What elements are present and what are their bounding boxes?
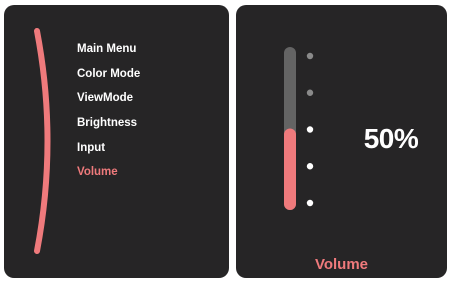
volume-caption: Volume: [314, 256, 369, 273]
main-menu-list: Main Menu Color Mode ViewMode Brightness…: [77, 39, 140, 187]
menu-item-main-menu[interactable]: Main Menu: [77, 39, 140, 64]
volume-step-dot: [306, 89, 314, 96]
volume-step-dot: [306, 126, 314, 133]
menu-item-input[interactable]: Input: [77, 138, 140, 163]
menu-item-viewmode[interactable]: ViewMode: [77, 88, 140, 113]
volume-panel: 50% Volume: [236, 5, 447, 278]
menu-item-color-mode[interactable]: Color Mode: [77, 64, 140, 89]
menu-item-volume[interactable]: Volume: [77, 162, 140, 187]
volume-slider-fill: [284, 128, 296, 210]
volume-step-dot: [306, 199, 314, 207]
menu-item-brightness[interactable]: Brightness: [77, 113, 140, 138]
menu-panel: Main Menu Color Mode ViewMode Brightness…: [4, 5, 229, 278]
volume-step-dot: [306, 52, 314, 60]
volume-step-dot: [306, 163, 314, 170]
volume-value: 50%: [363, 123, 419, 154]
